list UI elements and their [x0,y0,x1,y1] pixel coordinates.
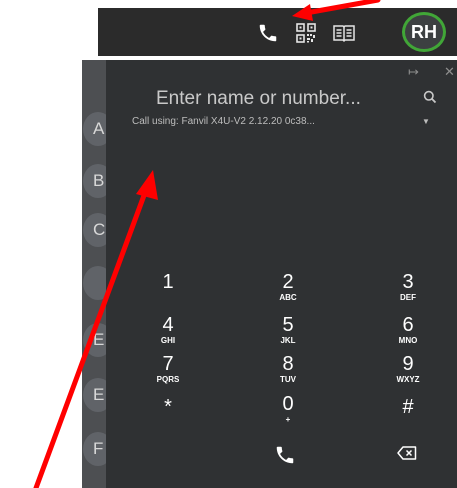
key-8[interactable]: 8 TUV [258,354,318,384]
dialer-panel: ↦ ✕ Call using: Fanvil X4U-V2 2.12.20 0c… [106,60,457,488]
call-button[interactable] [274,444,296,471]
key-star[interactable]: * [138,397,198,418]
key-hash[interactable]: # [378,397,438,418]
key-0[interactable]: 0 + [258,394,318,424]
qr-code-icon[interactable] [294,21,318,45]
key-5[interactable]: 5 JKL [258,315,318,345]
key-1[interactable]: 1 [138,272,198,293]
key-6[interactable]: 6 MNO [378,315,438,345]
call-device-selector[interactable]: Call using: Fanvil X4U-V2 2.12.20 0c38..… [132,116,315,127]
user-avatar[interactable]: RH [402,12,446,52]
key-4[interactable]: 4 GHI [138,315,198,345]
key-9[interactable]: 9 WXYZ [378,354,438,384]
backspace-button[interactable] [397,446,417,465]
address-book-icon[interactable] [332,21,356,45]
close-icon[interactable]: ✕ [444,64,455,80]
search-input[interactable] [154,84,410,114]
top-header-bar: RH [98,8,457,56]
key-2[interactable]: 2 ABC [258,272,318,302]
key-7[interactable]: 7 PQRS [138,354,198,384]
search-icon[interactable] [423,90,437,109]
key-3[interactable]: 3 DEF [378,272,438,302]
pin-panel-icon[interactable]: ↦ [408,64,419,80]
chevron-down-icon[interactable]: ▼ [422,117,430,126]
phone-icon[interactable] [256,21,280,45]
